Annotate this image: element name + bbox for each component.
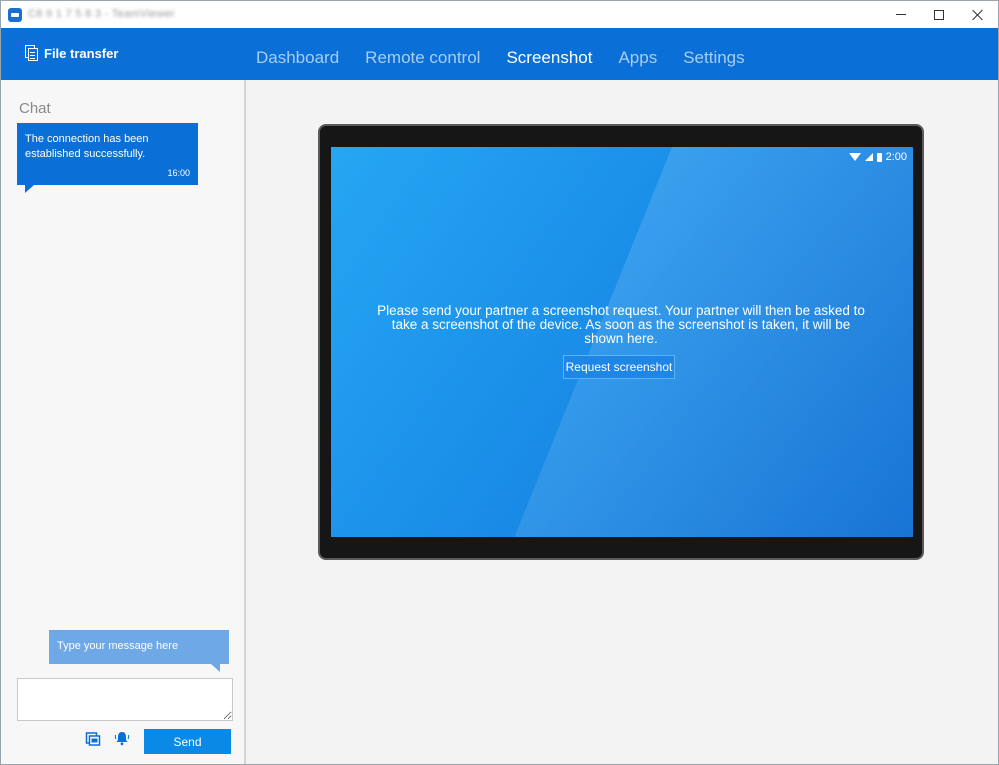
screenshot-panel: 2:00 Please send your partner a screensh… — [248, 80, 998, 764]
file-transfer-button[interactable]: File transfer — [25, 45, 118, 61]
close-button[interactable] — [958, 1, 998, 28]
battery-icon — [876, 152, 882, 162]
send-screenshot-icon[interactable] — [85, 730, 101, 746]
request-screenshot-button[interactable]: Request screenshot — [563, 355, 675, 379]
chat-message-text: The connection has been established succ… — [25, 133, 149, 160]
top-navigation: File transfer Dashboard Remote control S… — [1, 28, 998, 80]
chat-message-input[interactable] — [17, 678, 233, 721]
tab-apps[interactable]: Apps — [618, 48, 657, 68]
alert-bell-icon[interactable] — [114, 730, 130, 746]
title-bar: C8 9 1 7 5 8 3 - TeamViewer — [1, 1, 998, 28]
wifi-icon — [848, 153, 861, 161]
device-status-bar: 2:00 — [848, 151, 907, 163]
minimize-button[interactable] — [881, 1, 921, 28]
status-time: 2:00 — [885, 151, 907, 163]
maximize-button[interactable] — [919, 1, 959, 28]
chat-message: The connection has been established succ… — [17, 123, 198, 193]
chat-title: Chat — [19, 100, 51, 117]
tab-remote-control[interactable]: Remote control — [365, 48, 480, 68]
device-screen: 2:00 Please send your partner a screensh… — [331, 147, 913, 537]
signal-icon — [864, 153, 873, 161]
tab-settings[interactable]: Settings — [683, 48, 744, 68]
teamviewer-logo-icon — [8, 8, 22, 22]
chat-message-time: 16:00 — [167, 168, 190, 178]
app-window: C8 9 1 7 5 8 3 - TeamViewer File transfe… — [0, 0, 999, 765]
tab-dashboard[interactable]: Dashboard — [256, 48, 339, 68]
chat-sidebar: Chat The connection has been established… — [1, 80, 246, 764]
file-transfer-label: File transfer — [44, 45, 119, 61]
screenshot-instructions: Please send your partner a screenshot re… — [377, 303, 865, 346]
window-title: C8 9 1 7 5 8 3 - TeamViewer — [28, 8, 176, 20]
file-transfer-icon — [25, 45, 38, 61]
maximize-icon — [934, 9, 944, 20]
chat-hint-bubble: Type your message here — [49, 630, 229, 672]
tab-screenshot[interactable]: Screenshot — [506, 48, 592, 68]
send-button[interactable]: Send — [144, 729, 231, 754]
main-tabs: Dashboard Remote control Screenshot Apps… — [256, 48, 745, 68]
minimize-icon — [896, 14, 906, 15]
close-icon — [972, 9, 984, 21]
device-frame: 2:00 Please send your partner a screensh… — [318, 124, 924, 560]
